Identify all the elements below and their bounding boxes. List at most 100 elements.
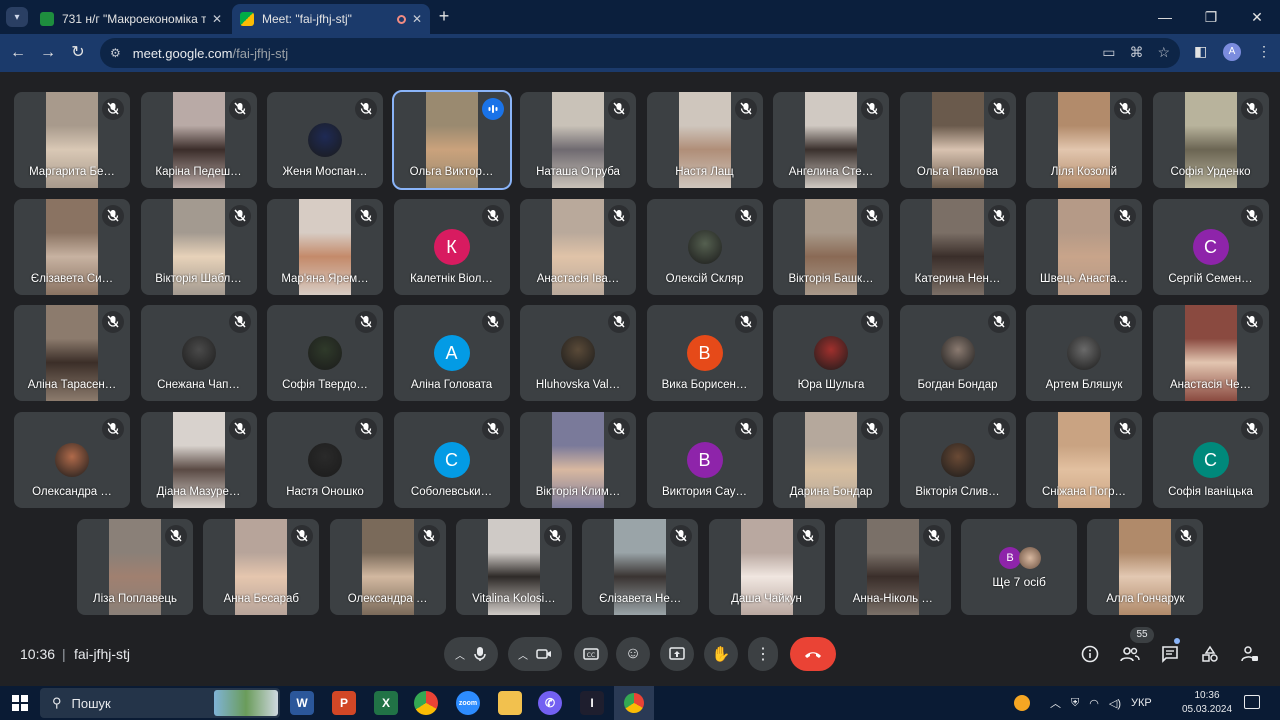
chevron-up-icon[interactable]: ︿: [518, 647, 528, 662]
participant-tile[interactable]: Настя Оношко: [267, 412, 383, 508]
leave-call-button[interactable]: [790, 637, 836, 671]
chat-button[interactable]: [1158, 642, 1182, 666]
participant-tile[interactable]: В Ще 7 осіб: [961, 519, 1078, 615]
participant-tile[interactable]: С Софія Іваніцька: [1152, 412, 1269, 508]
chevron-up-icon[interactable]: ︿: [455, 647, 465, 662]
participant-tile[interactable]: Ольга Виктор…: [391, 90, 512, 190]
participant-tile[interactable]: Софія Твердо…: [267, 305, 383, 401]
side-panel-icon[interactable]: ◧: [1194, 43, 1207, 60]
browser-tab-lecture[interactable]: 731 н/г "Макроекономіка та м ✕: [32, 4, 230, 34]
participant-tile[interactable]: Ліля Козолій: [1026, 92, 1142, 188]
site-info-icon[interactable]: ⚙: [110, 46, 121, 60]
word-app-icon[interactable]: W: [290, 691, 314, 715]
camera-icon[interactable]: ▭: [1102, 44, 1115, 61]
wifi-icon[interactable]: ◠: [1089, 697, 1099, 710]
bookmark-star-icon[interactable]: ☆: [1157, 44, 1170, 61]
meeting-details-button[interactable]: [1078, 642, 1102, 666]
participant-tile[interactable]: Сніжана Погр…: [1026, 412, 1142, 508]
viber-app-icon[interactable]: ✆: [538, 691, 562, 715]
participant-tile[interactable]: Снежана Чап…: [140, 305, 257, 401]
jetbrains-app-icon[interactable]: I: [580, 691, 604, 715]
file-explorer-icon[interactable]: [498, 691, 522, 715]
participant-tile[interactable]: Анна Бесараб: [203, 519, 320, 615]
restore-button[interactable]: ❐: [1188, 0, 1234, 34]
weather-icon[interactable]: [1014, 695, 1030, 711]
participant-tile[interactable]: Маргарита Бе…: [14, 92, 130, 188]
participant-tile[interactable]: Vitalina Kolosi…: [455, 519, 572, 615]
reactions-button[interactable]: ☺: [616, 637, 650, 671]
minimize-button[interactable]: —: [1142, 0, 1188, 34]
forward-button[interactable]: →: [38, 43, 58, 63]
participant-tile[interactable]: Олександра …: [329, 519, 446, 615]
chevron-up-icon[interactable]: ︿: [1050, 695, 1061, 711]
language-indicator[interactable]: УКР: [1131, 697, 1152, 709]
zoom-app-icon[interactable]: zoom: [456, 691, 480, 715]
participant-tile[interactable]: Вікторія Клим…: [520, 412, 636, 508]
address-bar[interactable]: ⚙ meet.google.com/fai-jfhj-stj ▭ ⌘ ☆: [100, 38, 1180, 68]
back-button[interactable]: ←: [8, 43, 28, 63]
excel-app-icon[interactable]: X: [374, 691, 398, 715]
participant-tile[interactable]: Софія Урденко: [1152, 92, 1269, 188]
participant-tile[interactable]: Олексій Скляр: [646, 199, 763, 295]
participant-tile[interactable]: В Виктория Сау…: [646, 412, 763, 508]
participant-tile[interactable]: Вікторія Башк…: [773, 199, 889, 295]
close-window-button[interactable]: ✕: [1234, 0, 1280, 34]
participant-tile[interactable]: Настя Лащ: [646, 92, 763, 188]
participant-tile[interactable]: Hluhovska Val…: [520, 305, 636, 401]
powerpoint-app-icon[interactable]: P: [332, 691, 356, 715]
participant-tile[interactable]: Каріна Педеш…: [140, 92, 257, 188]
browser-tab-meet[interactable]: Meet: "fai-jfhj-stj" ✕: [232, 4, 430, 34]
participant-tile[interactable]: Олександра …: [14, 412, 130, 508]
participant-tile[interactable]: Єлізавета Си…: [14, 199, 130, 295]
participant-tile[interactable]: Швець Анаста…: [1026, 199, 1142, 295]
chrome-app-icon[interactable]: [414, 691, 438, 715]
participant-tile[interactable]: Ліза Поплавець: [77, 519, 193, 615]
camera-control[interactable]: ︿: [508, 637, 562, 671]
taskbar-clock[interactable]: 10:36 05.03.2024: [1180, 689, 1234, 717]
notifications-icon[interactable]: [1244, 695, 1260, 709]
participant-tile[interactable]: Алла Гончарук: [1087, 519, 1204, 615]
close-tab-icon[interactable]: ✕: [212, 12, 222, 26]
participant-tile[interactable]: К Калетнік Віол…: [393, 199, 510, 295]
windows-start-icon[interactable]: [12, 695, 28, 711]
present-button[interactable]: [660, 637, 694, 671]
participant-tile[interactable]: Ольга Павлова: [899, 92, 1016, 188]
captions-button[interactable]: CC: [574, 637, 608, 671]
participant-tile[interactable]: Наташа Отруба: [520, 92, 636, 188]
participant-tile[interactable]: Дарина Бондар: [773, 412, 889, 508]
participant-tile[interactable]: Аліна Тарасен…: [14, 305, 130, 401]
participant-tile[interactable]: Діана Мазуре…: [140, 412, 257, 508]
participant-tile[interactable]: Анастасія Іва…: [520, 199, 636, 295]
participant-tile[interactable]: Вікторія Шабл…: [140, 199, 257, 295]
participant-tile[interactable]: Анна-Ніколь …: [834, 519, 951, 615]
participant-tile[interactable]: Юра Шульга: [773, 305, 889, 401]
participant-tile[interactable]: Женя Моспан…: [267, 92, 383, 188]
activities-button[interactable]: [1198, 642, 1222, 666]
participant-tile[interactable]: Артем Бляшук: [1026, 305, 1142, 401]
participant-tile[interactable]: Єлізавета Не…: [582, 519, 699, 615]
translate-icon[interactable]: ⌘: [1129, 44, 1143, 61]
host-controls-button[interactable]: [1238, 642, 1262, 666]
participant-tile[interactable]: Даша Чайкун: [708, 519, 825, 615]
security-icon[interactable]: ⛨: [1071, 697, 1079, 710]
chrome-active-window[interactable]: [614, 686, 654, 720]
taskbar-search[interactable]: ⚲ Пошук: [40, 688, 280, 718]
participant-tile[interactable]: А Аліна Головата: [393, 305, 510, 401]
participant-tile[interactable]: Мар'яна Ярем…: [267, 199, 383, 295]
participant-tile[interactable]: Катерина Нен…: [899, 199, 1016, 295]
participant-tile[interactable]: Вікторія Слив…: [899, 412, 1016, 508]
participant-tile[interactable]: В Вика Борисен…: [646, 305, 763, 401]
close-tab-icon[interactable]: ✕: [412, 12, 422, 26]
participant-tile[interactable]: Анастасія Че…: [1152, 305, 1269, 401]
profile-avatar[interactable]: A: [1223, 43, 1241, 61]
participant-tile[interactable]: Богдан Бондар: [899, 305, 1016, 401]
participant-tile[interactable]: С Сергій Семен…: [1152, 199, 1269, 295]
participant-tile[interactable]: С Соболевськи…: [393, 412, 510, 508]
participant-tile[interactable]: Ангелина Сте…: [773, 92, 889, 188]
microphone-control[interactable]: ︿: [444, 637, 498, 671]
volume-icon[interactable]: ◁): [1109, 697, 1121, 710]
more-options-button[interactable]: ⋮: [748, 637, 778, 671]
menu-dots-icon[interactable]: ⋮: [1257, 43, 1271, 60]
raise-hand-button[interactable]: ✋: [704, 637, 738, 671]
new-tab-button[interactable]: +: [434, 7, 454, 27]
